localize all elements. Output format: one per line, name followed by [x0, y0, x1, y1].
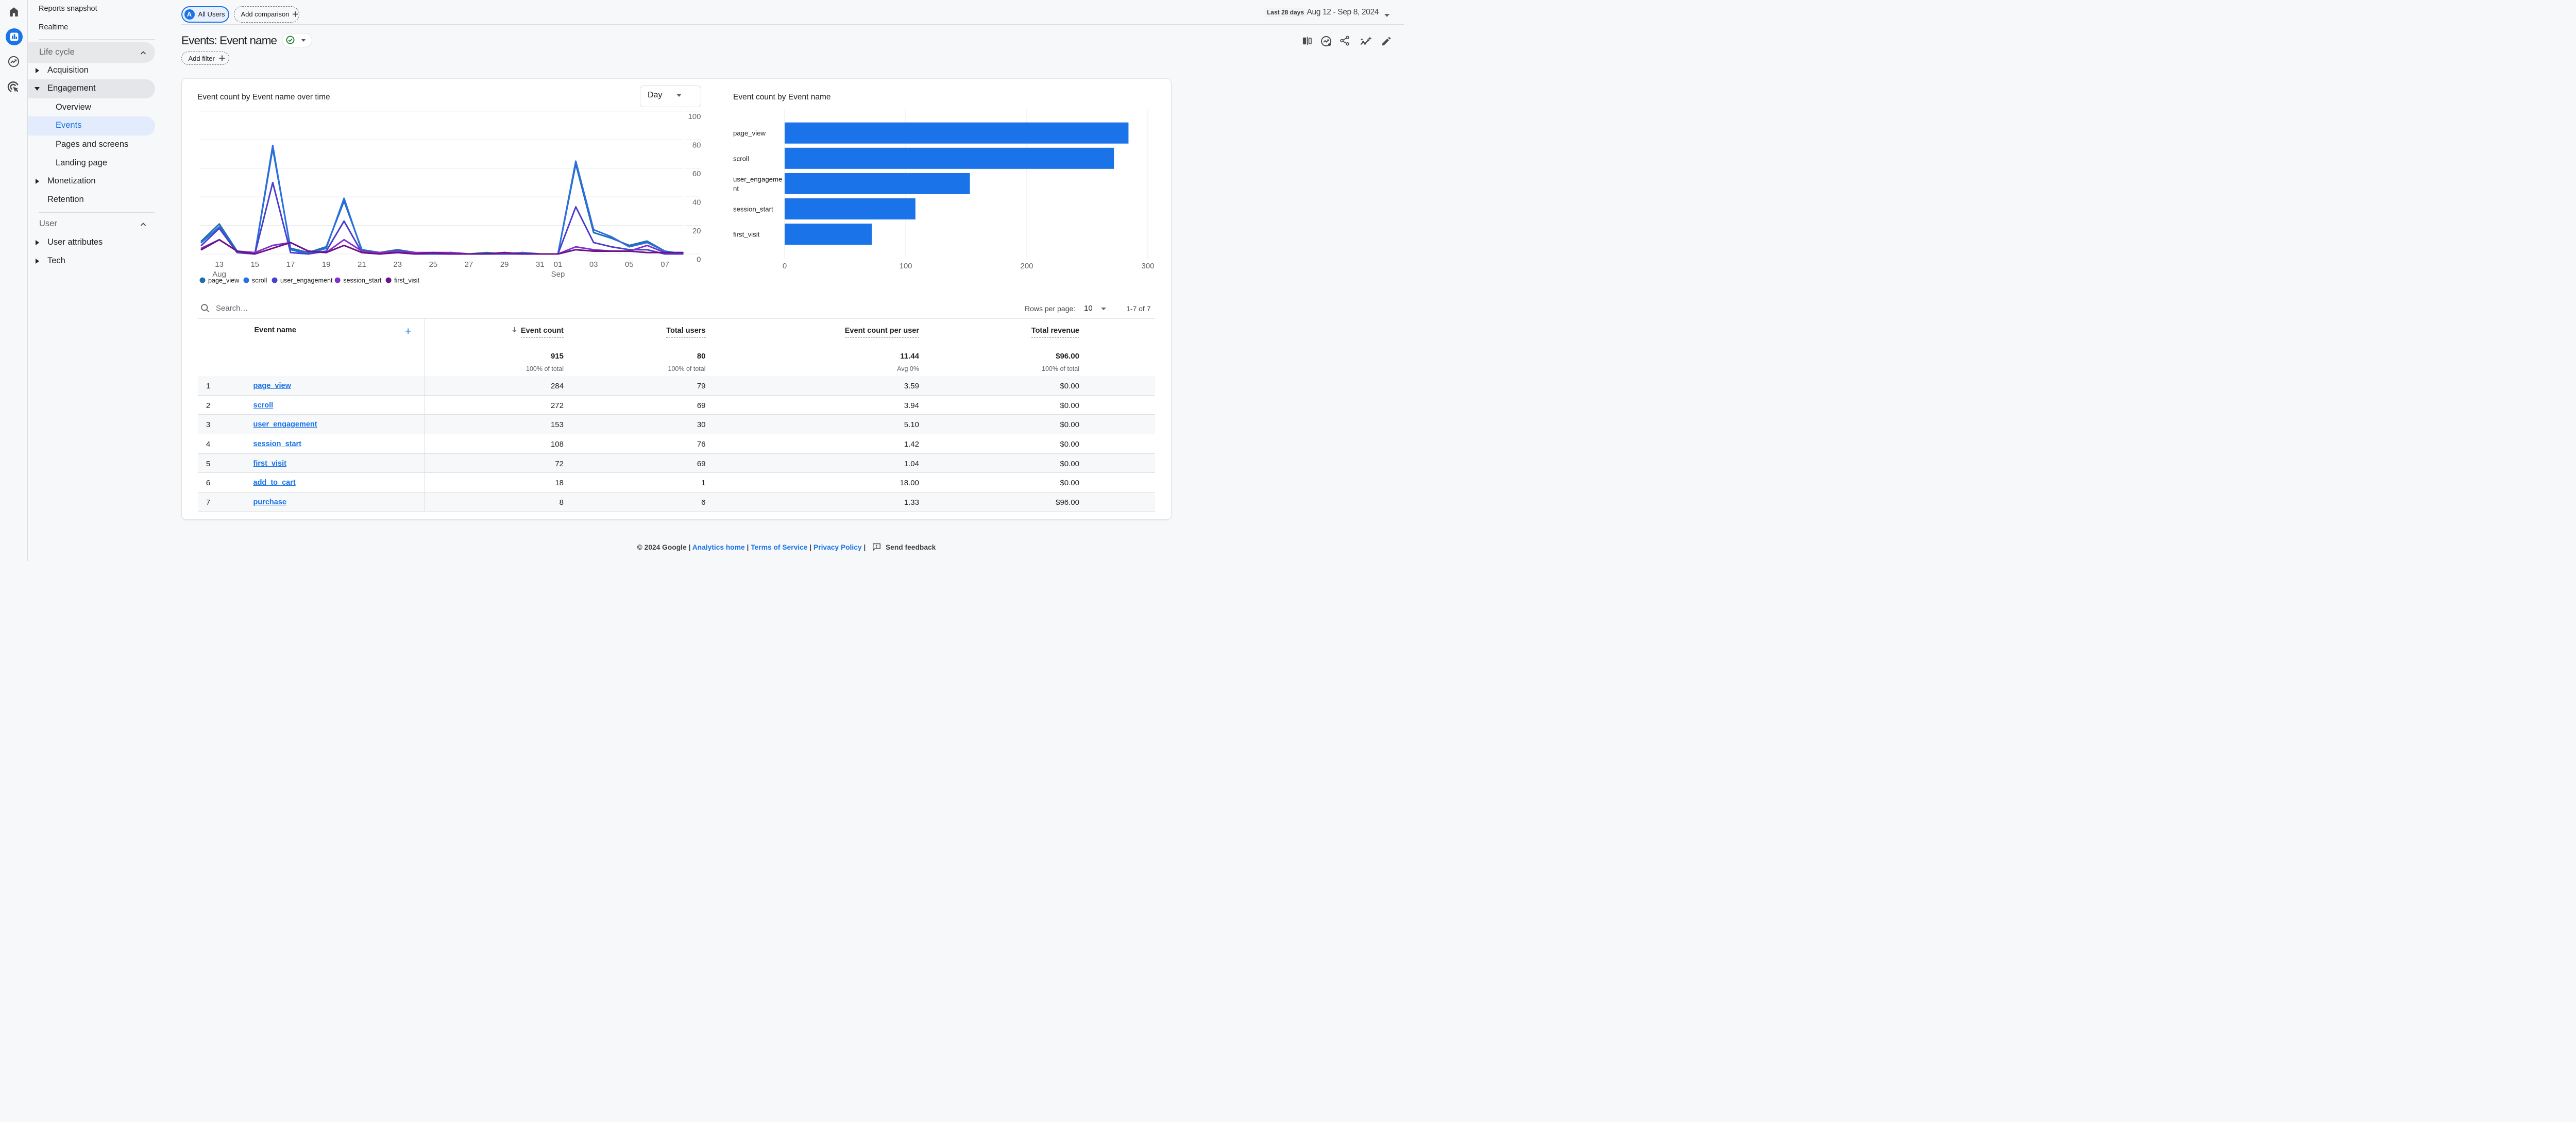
- svg-text:200: 200: [1020, 262, 1033, 270]
- svg-text:nt: nt: [733, 184, 739, 192]
- svg-text:page_view: page_view: [733, 129, 766, 137]
- svg-text:0: 0: [783, 262, 787, 270]
- svg-text:300: 300: [1141, 262, 1154, 270]
- svg-text:scroll: scroll: [733, 155, 749, 162]
- svg-text:first_visit: first_visit: [733, 231, 760, 239]
- svg-text:100: 100: [899, 262, 912, 270]
- svg-text:session_start: session_start: [733, 206, 773, 213]
- svg-text:user_engageme: user_engageme: [733, 175, 782, 183]
